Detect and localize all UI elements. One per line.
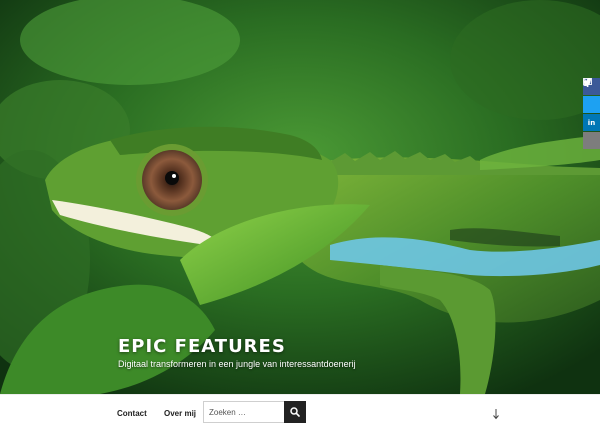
page: EPIC FEATURES Digitaal transformeren in … [0,0,600,427]
email-share-button[interactable] [583,78,600,149]
social-share-bar: in [583,78,600,150]
site-title[interactable]: EPIC FEATURES [118,336,286,357]
linkedin-share-button[interactable]: in [583,114,600,131]
search-button[interactable] [284,401,306,423]
main-navigation: Contact Over mij [0,394,600,427]
search-icon [290,407,300,417]
search-form [203,401,306,423]
hero-header: EPIC FEATURES Digitaal transformeren in … [0,0,600,394]
nav-link-contact[interactable]: Contact [117,409,147,418]
search-input[interactable] [204,402,284,422]
twitter-share-button[interactable] [583,78,600,113]
email-icon [583,78,592,85]
linkedin-icon: in [587,118,596,127]
arrow-down-icon [493,409,499,420]
chameleon-photo [0,0,600,394]
site-tagline: Digitaal transformeren in een jungle van… [118,359,356,369]
scroll-down-button[interactable] [491,407,501,420]
nav-link-over-mij[interactable]: Over mij [164,409,196,418]
